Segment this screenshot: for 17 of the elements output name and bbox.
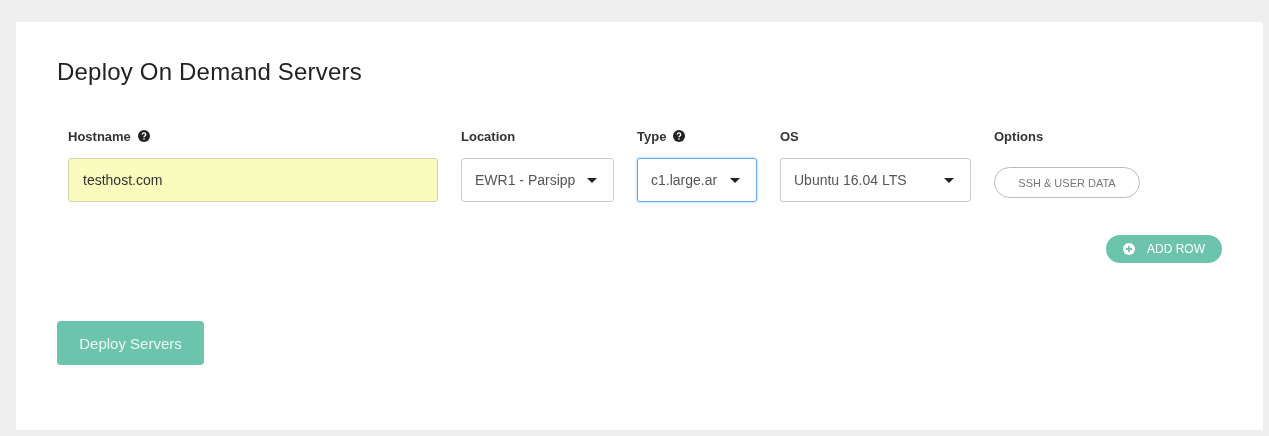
caret-icon: [587, 177, 597, 183]
hostname-field[interactable]: testhost.com: [68, 158, 438, 202]
field-label: Location: [461, 128, 516, 144]
field-label: OS: [780, 128, 799, 144]
plus-icon: [1123, 243, 1135, 255]
ssh-user-data-button[interactable]: SSH & USER DATA: [994, 167, 1140, 198]
page-title: Deploy On Demand Servers: [57, 58, 363, 86]
help-icon[interactable]: [673, 130, 686, 142]
dropdown[interactable]: c1.large.ar: [637, 158, 757, 202]
dropdown[interactable]: EWR1 - Parsipp: [461, 158, 614, 202]
help-icon[interactable]: [137, 130, 150, 142]
field-label: Options: [994, 128, 1044, 144]
field-label: Type: [637, 128, 667, 144]
caret-icon: [944, 177, 954, 183]
caret-icon: [730, 177, 740, 183]
dropdown[interactable]: Ubuntu 16.04 LTS: [780, 158, 971, 202]
field-label: Hostname: [68, 128, 131, 144]
